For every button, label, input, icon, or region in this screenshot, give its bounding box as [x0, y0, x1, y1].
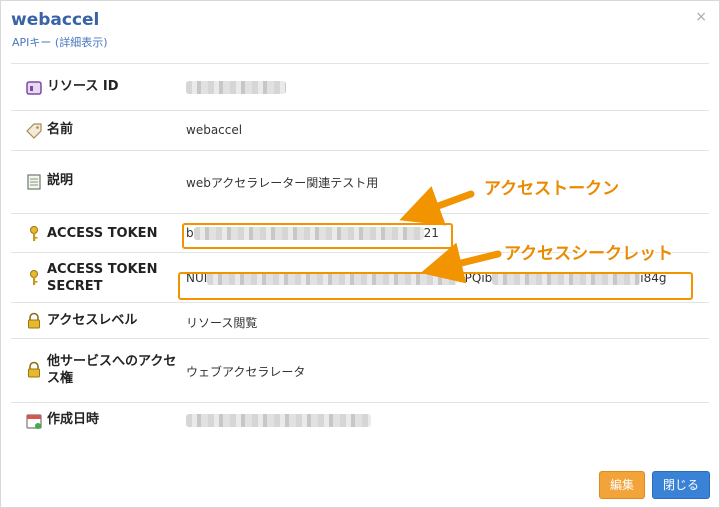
- label-access-token: ACCESS TOKEN: [47, 226, 158, 241]
- calendar-icon: [26, 414, 42, 429]
- close-button[interactable]: 閉じる: [652, 471, 710, 499]
- annotation-access-token: アクセストークン: [484, 179, 620, 199]
- key-icon: [30, 226, 38, 241]
- annotation-access-secret: アクセスシークレット: [504, 244, 674, 264]
- value-resource-id: [186, 80, 286, 94]
- row-created-at: 作成日時: [11, 403, 709, 439]
- value-access-level: リソース閲覧: [186, 316, 258, 330]
- row-access-level: アクセスレベル リソース閲覧: [11, 303, 709, 339]
- lock-icon: [28, 361, 40, 378]
- label-resource-id: リソース ID: [47, 79, 119, 94]
- tag-icon: [26, 123, 42, 139]
- lock-icon: [28, 312, 40, 329]
- value-description: webアクセラレーター関連テスト用: [186, 176, 379, 190]
- value-name: webaccel: [186, 123, 243, 137]
- label-service-access: 他サービスへのアクセス権: [47, 354, 177, 386]
- notepad-icon: [27, 174, 41, 190]
- value-created-at: [186, 413, 371, 427]
- row-service-access: 他サービスへのアクセス権 ウェブアクセラレータ: [11, 339, 709, 403]
- close-icon[interactable]: ×: [695, 9, 707, 25]
- row-name: 名前 webaccel: [11, 111, 709, 151]
- label-access-token-secret: ACCESS TOKEN SECRET: [47, 262, 158, 294]
- dialog-subtitle: APIキー (詳細表示): [12, 36, 108, 49]
- key-icon: [30, 270, 38, 285]
- edit-button[interactable]: 編集: [599, 471, 645, 499]
- access-secret-highlight: [178, 272, 693, 300]
- value-service-access: ウェブアクセラレータ: [186, 365, 306, 379]
- label-access-level: アクセスレベル: [47, 313, 138, 328]
- label-description: 説明: [47, 173, 74, 188]
- row-resource-id: リソース ID: [11, 64, 709, 111]
- id-card-icon: [26, 81, 42, 95]
- label-created-at: 作成日時: [47, 412, 100, 427]
- dialog-title: webaccel: [11, 10, 100, 30]
- label-name: 名前: [47, 122, 74, 137]
- api-key-detail-dialog: webaccel APIキー (詳細表示) × リソース ID 名前 webac…: [0, 0, 720, 508]
- access-token-highlight: [182, 223, 453, 249]
